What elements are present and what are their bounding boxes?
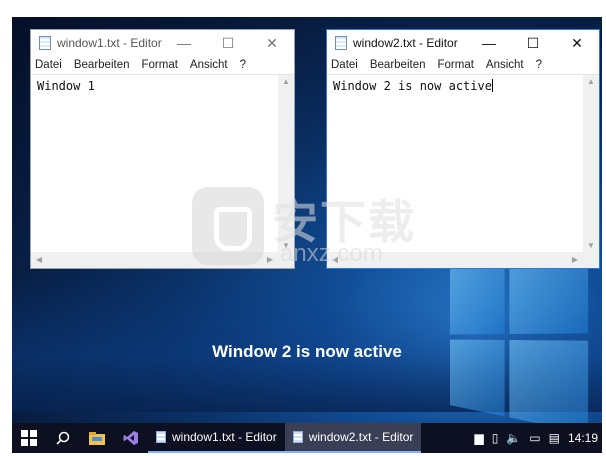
menu-ansicht[interactable]: Ansicht [486, 59, 524, 71]
menu-format[interactable]: Format [141, 59, 177, 71]
menubar: Datei Bearbeiten Format Ansicht ? [327, 56, 599, 74]
notepad-icon [156, 431, 166, 443]
close-button[interactable]: ✕ [555, 30, 599, 56]
start-button[interactable] [12, 423, 46, 453]
titlebar[interactable]: window1.txt - Editor — ☐ ✕ [31, 30, 294, 56]
menu-ansicht[interactable]: Ansicht [190, 59, 228, 71]
clock[interactable]: 14:19 [568, 431, 598, 445]
menubar: Datei Bearbeiten Format Ansicht ? [31, 56, 294, 74]
minimize-button[interactable]: — [467, 30, 511, 56]
close-button[interactable]: ✕ [250, 30, 294, 56]
volume-icon[interactable]: 🔈 [506, 431, 521, 445]
notepad-icon [39, 36, 51, 50]
vertical-scrollbar[interactable]: ▲ ▼ [583, 75, 599, 252]
menu-help[interactable]: ? [536, 59, 542, 71]
editor-text-line: Window 2 is now active [333, 79, 493, 93]
menu-help[interactable]: ? [240, 59, 246, 71]
maximize-button[interactable]: ☐ [511, 30, 555, 56]
editor-text: Window 2 is now active [333, 79, 492, 93]
scroll-up-icon[interactable]: ▲ [278, 77, 294, 86]
file-explorer-icon[interactable] [80, 423, 114, 453]
scroll-right-icon[interactable]: ▶ [567, 255, 583, 264]
window-title: window1.txt - Editor [57, 36, 162, 50]
shield-icon [192, 187, 264, 265]
scroll-down-icon[interactable]: ▼ [583, 241, 599, 250]
notification-stack-icon[interactable]: ▆ [474, 431, 483, 445]
windows-icon [21, 430, 37, 446]
maximize-button[interactable]: ☐ [206, 30, 250, 56]
menu-format[interactable]: Format [437, 59, 473, 71]
window-title: window2.txt - Editor [353, 36, 458, 50]
menu-datei[interactable]: Datei [35, 59, 62, 71]
editor-text: Window 1 [37, 79, 95, 93]
titlebar[interactable]: window2.txt - Editor — ☐ ✕ [327, 30, 599, 56]
network-icon[interactable]: ▭ [529, 431, 540, 445]
desktop: window1.txt - Editor — ☐ ✕ Datei Bearbei… [12, 17, 602, 453]
resize-grip[interactable] [583, 252, 599, 268]
search-icon[interactable] [46, 423, 80, 453]
menu-bearbeiten[interactable]: Bearbeiten [370, 59, 426, 71]
caption-text: Window 2 is now active [212, 342, 402, 361]
taskbar-item-window1[interactable]: window1.txt - Editor [148, 423, 285, 453]
text-caret [491, 79, 493, 92]
watermark-url: anxz.com [280, 240, 383, 267]
notepad-icon [335, 36, 347, 50]
minimize-button[interactable]: — [162, 30, 206, 56]
action-center-icon[interactable]: ▤ [549, 431, 560, 445]
taskbar-item-label: window1.txt - Editor [172, 430, 277, 444]
notepad-icon [292, 431, 303, 443]
usb-icon[interactable]: ▯ [492, 431, 499, 445]
windows-wallpaper-logo [449, 240, 589, 434]
menu-datei[interactable]: Datei [331, 59, 358, 71]
taskbar: window1.txt - Editor window2.txt - Edito… [12, 423, 602, 453]
menu-bearbeiten[interactable]: Bearbeiten [74, 59, 130, 71]
scroll-left-icon[interactable]: ◀ [31, 255, 47, 264]
visual-studio-icon[interactable] [114, 423, 148, 453]
system-tray: ▆ ▯ 🔈 ▭ ▤ 14:19 [470, 431, 602, 445]
taskbar-item-window2[interactable]: window2.txt - Editor [284, 423, 422, 453]
taskbar-item-label: window2.txt - Editor [308, 430, 414, 444]
scroll-up-icon[interactable]: ▲ [583, 77, 599, 86]
site-watermark: 安下载 anxz.com [192, 182, 452, 272]
